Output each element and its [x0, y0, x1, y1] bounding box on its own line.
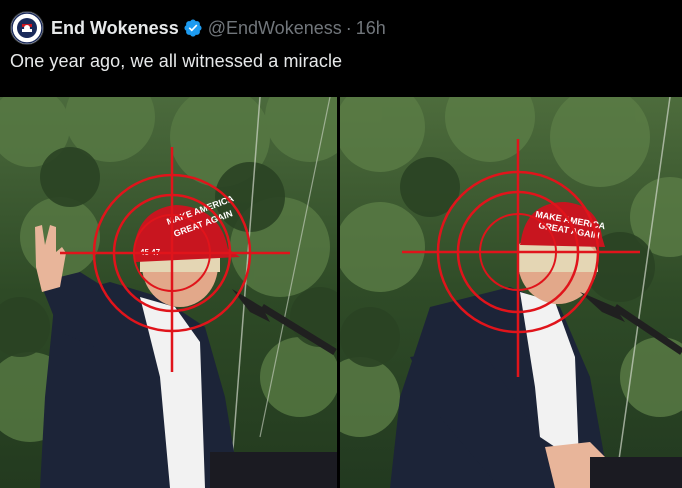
verified-badge-icon[interactable] — [183, 18, 203, 38]
photo-right: MAKE AMERICA GREAT AGAIN — [340, 97, 682, 488]
separator-dot: · — [345, 17, 352, 38]
media-image-left[interactable]: MAKE AMERICA GREAT AGAIN 45 47 — [0, 97, 337, 488]
media-image-right[interactable]: MAKE AMERICA GREAT AGAIN — [340, 97, 682, 488]
tweet-text: One year ago, we all witnessed a miracle — [10, 51, 343, 71]
tweet-media[interactable]: MAKE AMERICA GREAT AGAIN 45 47 MAKE AMER… — [0, 97, 682, 488]
tweet-header: End Wokeness @EndWokeness · 16h — [10, 11, 386, 45]
post-time[interactable]: 16h — [356, 18, 386, 39]
photo-left: MAKE AMERICA GREAT AGAIN 45 47 — [0, 97, 337, 488]
author-line: End Wokeness @EndWokeness · 16h — [51, 18, 386, 39]
author-name[interactable]: End Wokeness — [51, 18, 179, 39]
avatar[interactable] — [10, 11, 44, 45]
avatar-logo-icon — [11, 12, 43, 44]
author-handle[interactable]: @EndWokeness — [208, 18, 342, 39]
